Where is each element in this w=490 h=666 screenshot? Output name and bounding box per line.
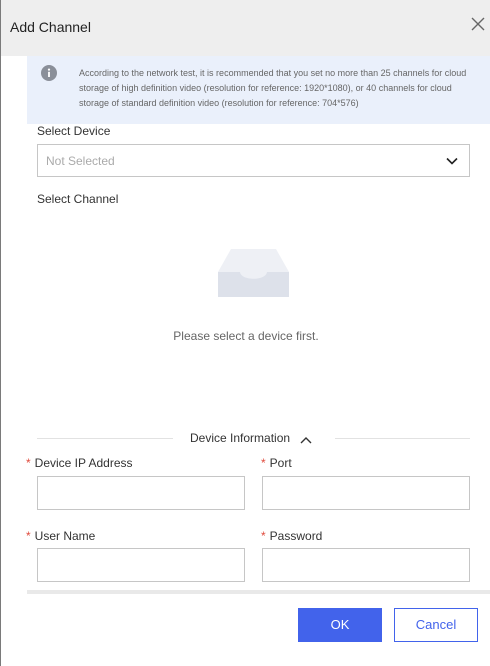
info-icon [41,65,57,81]
device-info-title: Device Information [190,431,291,445]
notice-text: According to the network test, it is rec… [79,68,467,108]
user-name-label: * User Name [26,529,95,543]
chevron-up-icon [299,434,313,444]
dialog-header: Add Channel [1,0,490,56]
chevron-down-icon [445,154,459,168]
add-channel-dialog: Add Channel According to the network tes… [0,0,490,666]
user-name-label-text: User Name [34,529,96,543]
dialog-title: Add Channel [10,19,91,35]
close-icon[interactable] [469,15,487,33]
user-name-input[interactable] [37,548,245,582]
footer-separator [27,590,490,594]
empty-state-text: Please select a device first. [173,329,319,343]
device-ip-label-text: Device IP Address [34,456,133,470]
recommendation-notice: According to the network test, it is rec… [27,56,490,124]
port-label: * Port [261,456,292,470]
select-device-label: Select Device [37,124,111,138]
password-label-text: Password [269,529,323,543]
device-select[interactable]: Not Selected [37,144,470,177]
cancel-button[interactable]: Cancel [394,608,478,642]
port-label-text: Port [269,456,292,470]
device-info-toggle[interactable]: Device Information [190,431,313,445]
divider-line-right [335,438,470,439]
device-ip-input[interactable] [37,476,245,510]
password-input[interactable] [262,548,470,582]
required-mark: * [26,529,31,543]
ok-button[interactable]: OK [298,608,382,642]
required-mark: * [261,529,266,543]
device-ip-label: * Device IP Address [26,456,133,470]
port-input[interactable] [262,476,470,510]
empty-inbox-icon [217,247,290,299]
required-mark: * [26,456,31,470]
password-label: * Password [261,529,322,543]
device-select-value: Not Selected [46,154,115,168]
select-channel-label: Select Channel [37,192,119,206]
divider-line-left [37,438,173,439]
required-mark: * [261,456,266,470]
